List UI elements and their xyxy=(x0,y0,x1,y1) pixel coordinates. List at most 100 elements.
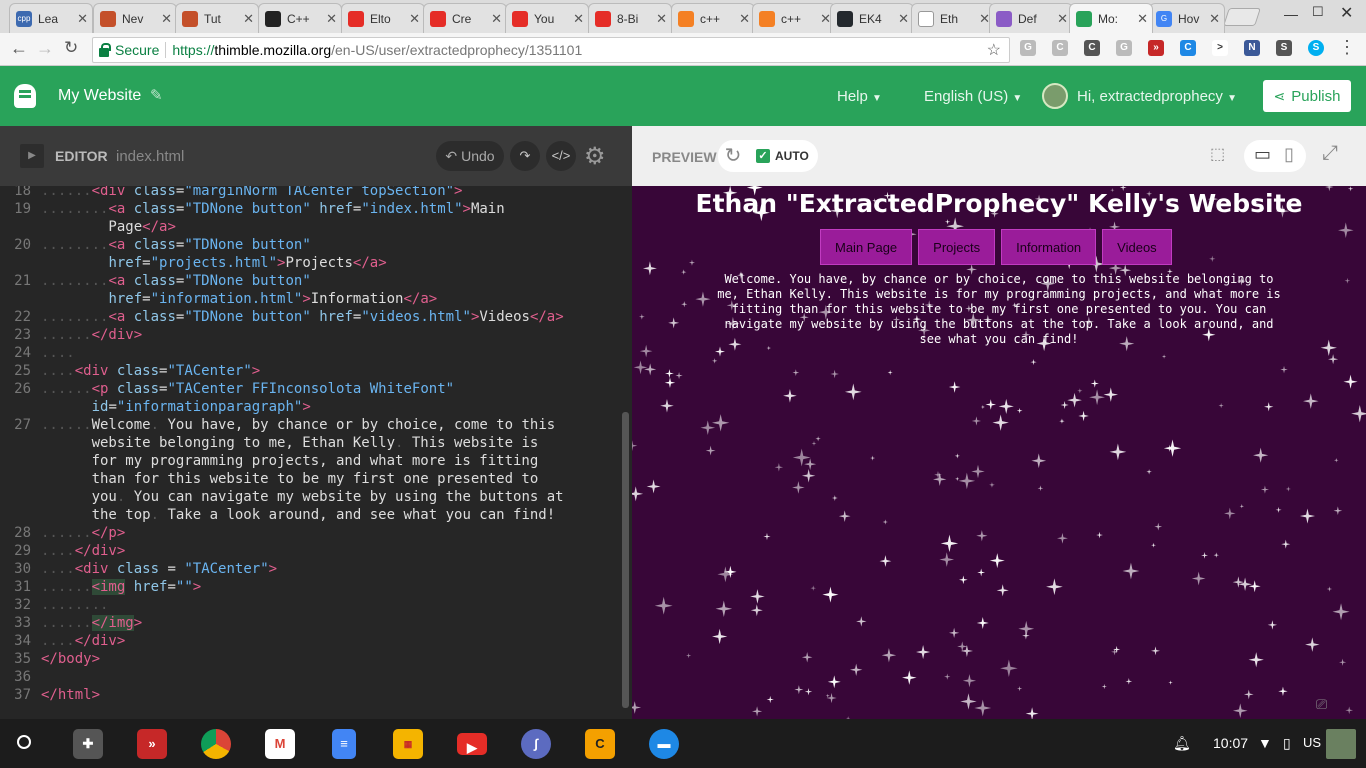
close-tab-icon[interactable]: ✕ xyxy=(898,11,909,27)
extension-icon[interactable]: G xyxy=(1020,40,1036,56)
fullscreen-icon[interactable]: ⤢ xyxy=(1322,142,1338,165)
browser-tab[interactable]: Tut ✕ xyxy=(175,3,259,33)
thimble-logo-icon[interactable] xyxy=(14,84,36,108)
gear-icon[interactable]: ⚙ xyxy=(584,142,606,171)
battery-icon[interactable]: ▯ xyxy=(1283,735,1291,752)
browser-tab[interactable]: C++ ✕ xyxy=(258,3,342,33)
close-tab-icon[interactable]: ✕ xyxy=(739,11,750,27)
app-icon[interactable]: C xyxy=(585,729,615,759)
undo-button[interactable]: ↶ Undo xyxy=(436,141,504,171)
reload-icon[interactable]: ↻ xyxy=(64,38,78,58)
close-tab-icon[interactable]: ✕ xyxy=(1057,11,1068,27)
play-icon[interactable]: ▶ xyxy=(20,144,44,168)
star-sparkle xyxy=(844,383,862,401)
wifi-icon[interactable]: ▼ xyxy=(1258,735,1272,751)
close-tab-icon[interactable]: ✕ xyxy=(656,11,667,27)
mobile-icon[interactable]: ▯ xyxy=(1284,144,1294,165)
star-sparkle xyxy=(998,398,1014,415)
user-menu[interactable]: Hi, extractedprophecy ▼ xyxy=(1077,88,1237,105)
clock[interactable]: 10:07 xyxy=(1213,735,1248,751)
browser-tab[interactable]: Cre ✕ xyxy=(423,3,507,33)
extension-icon[interactable]: C xyxy=(1084,40,1100,56)
close-window-icon[interactable]: ✕ xyxy=(1340,3,1353,23)
redo-button[interactable]: ↷ xyxy=(510,141,540,171)
bookmark-star-icon[interactable]: ☆ xyxy=(987,40,1001,60)
extension-icon[interactable]: » xyxy=(1148,40,1164,56)
site-nav-button[interactable]: Main Page xyxy=(820,229,913,265)
maximize-icon[interactable]: ☐ xyxy=(1312,4,1324,20)
gmail-icon[interactable]: M xyxy=(265,729,295,759)
browser-tab[interactable]: Def ✕ xyxy=(989,3,1073,33)
publish-button[interactable]: ⋖ Publish xyxy=(1263,80,1351,112)
notification-icon[interactable]: 🔔︎ xyxy=(1173,735,1191,752)
language-menu[interactable]: English (US) ▼ xyxy=(924,88,1022,105)
back-icon[interactable]: ← xyxy=(10,38,28,59)
close-tab-icon[interactable]: ✕ xyxy=(1137,11,1148,27)
browser-tab[interactable]: c++ ✕ xyxy=(752,3,836,33)
editor-scrollbar[interactable] xyxy=(622,412,629,708)
skype-icon[interactable]: S xyxy=(1308,40,1324,56)
avatar[interactable] xyxy=(1042,83,1068,109)
star-sparkle xyxy=(1278,686,1288,696)
browser-tab[interactable]: Eth ✕ xyxy=(911,3,995,33)
inspect-icon[interactable]: ⬚ xyxy=(1210,144,1225,164)
youtube-icon[interactable]: ▶ xyxy=(457,733,487,755)
extension-icon[interactable]: S xyxy=(1276,40,1292,56)
extension-icon[interactable]: C xyxy=(1052,40,1068,56)
site-nav-button[interactable]: Information xyxy=(1001,229,1097,265)
pencil-icon[interactable]: ✎ xyxy=(150,86,163,104)
extension-icon[interactable]: > xyxy=(1212,40,1228,56)
close-tab-icon[interactable]: ✕ xyxy=(77,11,88,27)
close-tab-icon[interactable]: ✕ xyxy=(491,11,502,27)
app-icon[interactable]: » xyxy=(137,729,167,759)
close-tab-icon[interactable]: ✕ xyxy=(243,11,254,27)
close-tab-icon[interactable]: ✕ xyxy=(573,11,584,27)
extension-icon[interactable]: G xyxy=(1116,40,1132,56)
refresh-preview-icon[interactable]: ↻ xyxy=(718,140,748,172)
site-nav-button[interactable]: Projects xyxy=(918,229,996,265)
url-path: /en-US/user/extractedprophecy/1351101 xyxy=(331,42,583,58)
auto-refresh-toggle[interactable]: ✓ AUTO xyxy=(748,140,818,172)
close-tab-icon[interactable]: ✕ xyxy=(1209,11,1220,27)
menu-icon[interactable]: ⋮ xyxy=(1338,37,1356,58)
terminal-icon[interactable]: ⎚ xyxy=(1316,696,1327,713)
close-tab-icon[interactable]: ✕ xyxy=(326,11,337,27)
address-bar[interactable]: Secure https:// thimble.mozilla.org /en-… xyxy=(92,37,1010,63)
desktop-icon[interactable]: ▭ xyxy=(1254,144,1271,165)
browser-tab[interactable]: Elto ✕ xyxy=(341,3,425,33)
browser-tab[interactable]: 8-Bi ✕ xyxy=(588,3,672,33)
project-name[interactable]: My Website xyxy=(58,87,141,105)
browser-tab[interactable]: You ✕ xyxy=(505,3,589,33)
code-view-button[interactable]: </> xyxy=(546,141,576,171)
close-tab-icon[interactable]: ✕ xyxy=(409,11,420,27)
minimize-icon[interactable]: — xyxy=(1284,6,1298,22)
browser-tab[interactable]: cpp Lea ✕ xyxy=(9,3,93,33)
launcher-icon[interactable] xyxy=(17,735,31,749)
avatar[interactable] xyxy=(1326,729,1356,759)
new-tab-button[interactable] xyxy=(1223,8,1261,26)
app-icon[interactable]: ∫ xyxy=(521,729,551,759)
star-sparkle xyxy=(971,416,982,426)
site-nav-button[interactable]: Videos xyxy=(1102,229,1172,265)
locale[interactable]: US xyxy=(1303,735,1321,750)
auto-label: AUTO xyxy=(775,149,809,163)
close-tab-icon[interactable]: ✕ xyxy=(161,11,172,27)
chrome-icon[interactable] xyxy=(201,729,231,759)
code-area[interactable]: 18 ......<div class="marginNorm TACenter … xyxy=(0,186,632,719)
browser-tab[interactable]: G Hov ✕ xyxy=(1149,3,1225,33)
files-icon[interactable]: ▬ xyxy=(649,729,679,759)
star-sparkle xyxy=(1067,392,1082,408)
forward-icon[interactable]: → xyxy=(36,38,54,59)
extension-icon[interactable]: C xyxy=(1180,40,1196,56)
extension-icon[interactable]: N xyxy=(1244,40,1260,56)
browser-tab[interactable]: EK4 ✕ xyxy=(830,3,914,33)
filename[interactable]: index.html xyxy=(116,148,184,165)
docs-icon[interactable]: ≡ xyxy=(332,729,356,759)
app-icon[interactable]: ▦ xyxy=(393,729,423,759)
browser-tab[interactable]: Nev ✕ xyxy=(93,3,177,33)
extensions-app-icon[interactable]: ✚ xyxy=(73,729,103,759)
browser-tab[interactable]: c++ ✕ xyxy=(671,3,755,33)
help-menu[interactable]: Help ▼ xyxy=(837,88,882,105)
browser-tab[interactable]: Mo: ✕ xyxy=(1069,3,1153,33)
os-shelf: ✚ » M ≡ ▦ ▶ ∫ C ▬ 🔔︎ 10:07 ▼ ▯ US xyxy=(0,719,1366,768)
